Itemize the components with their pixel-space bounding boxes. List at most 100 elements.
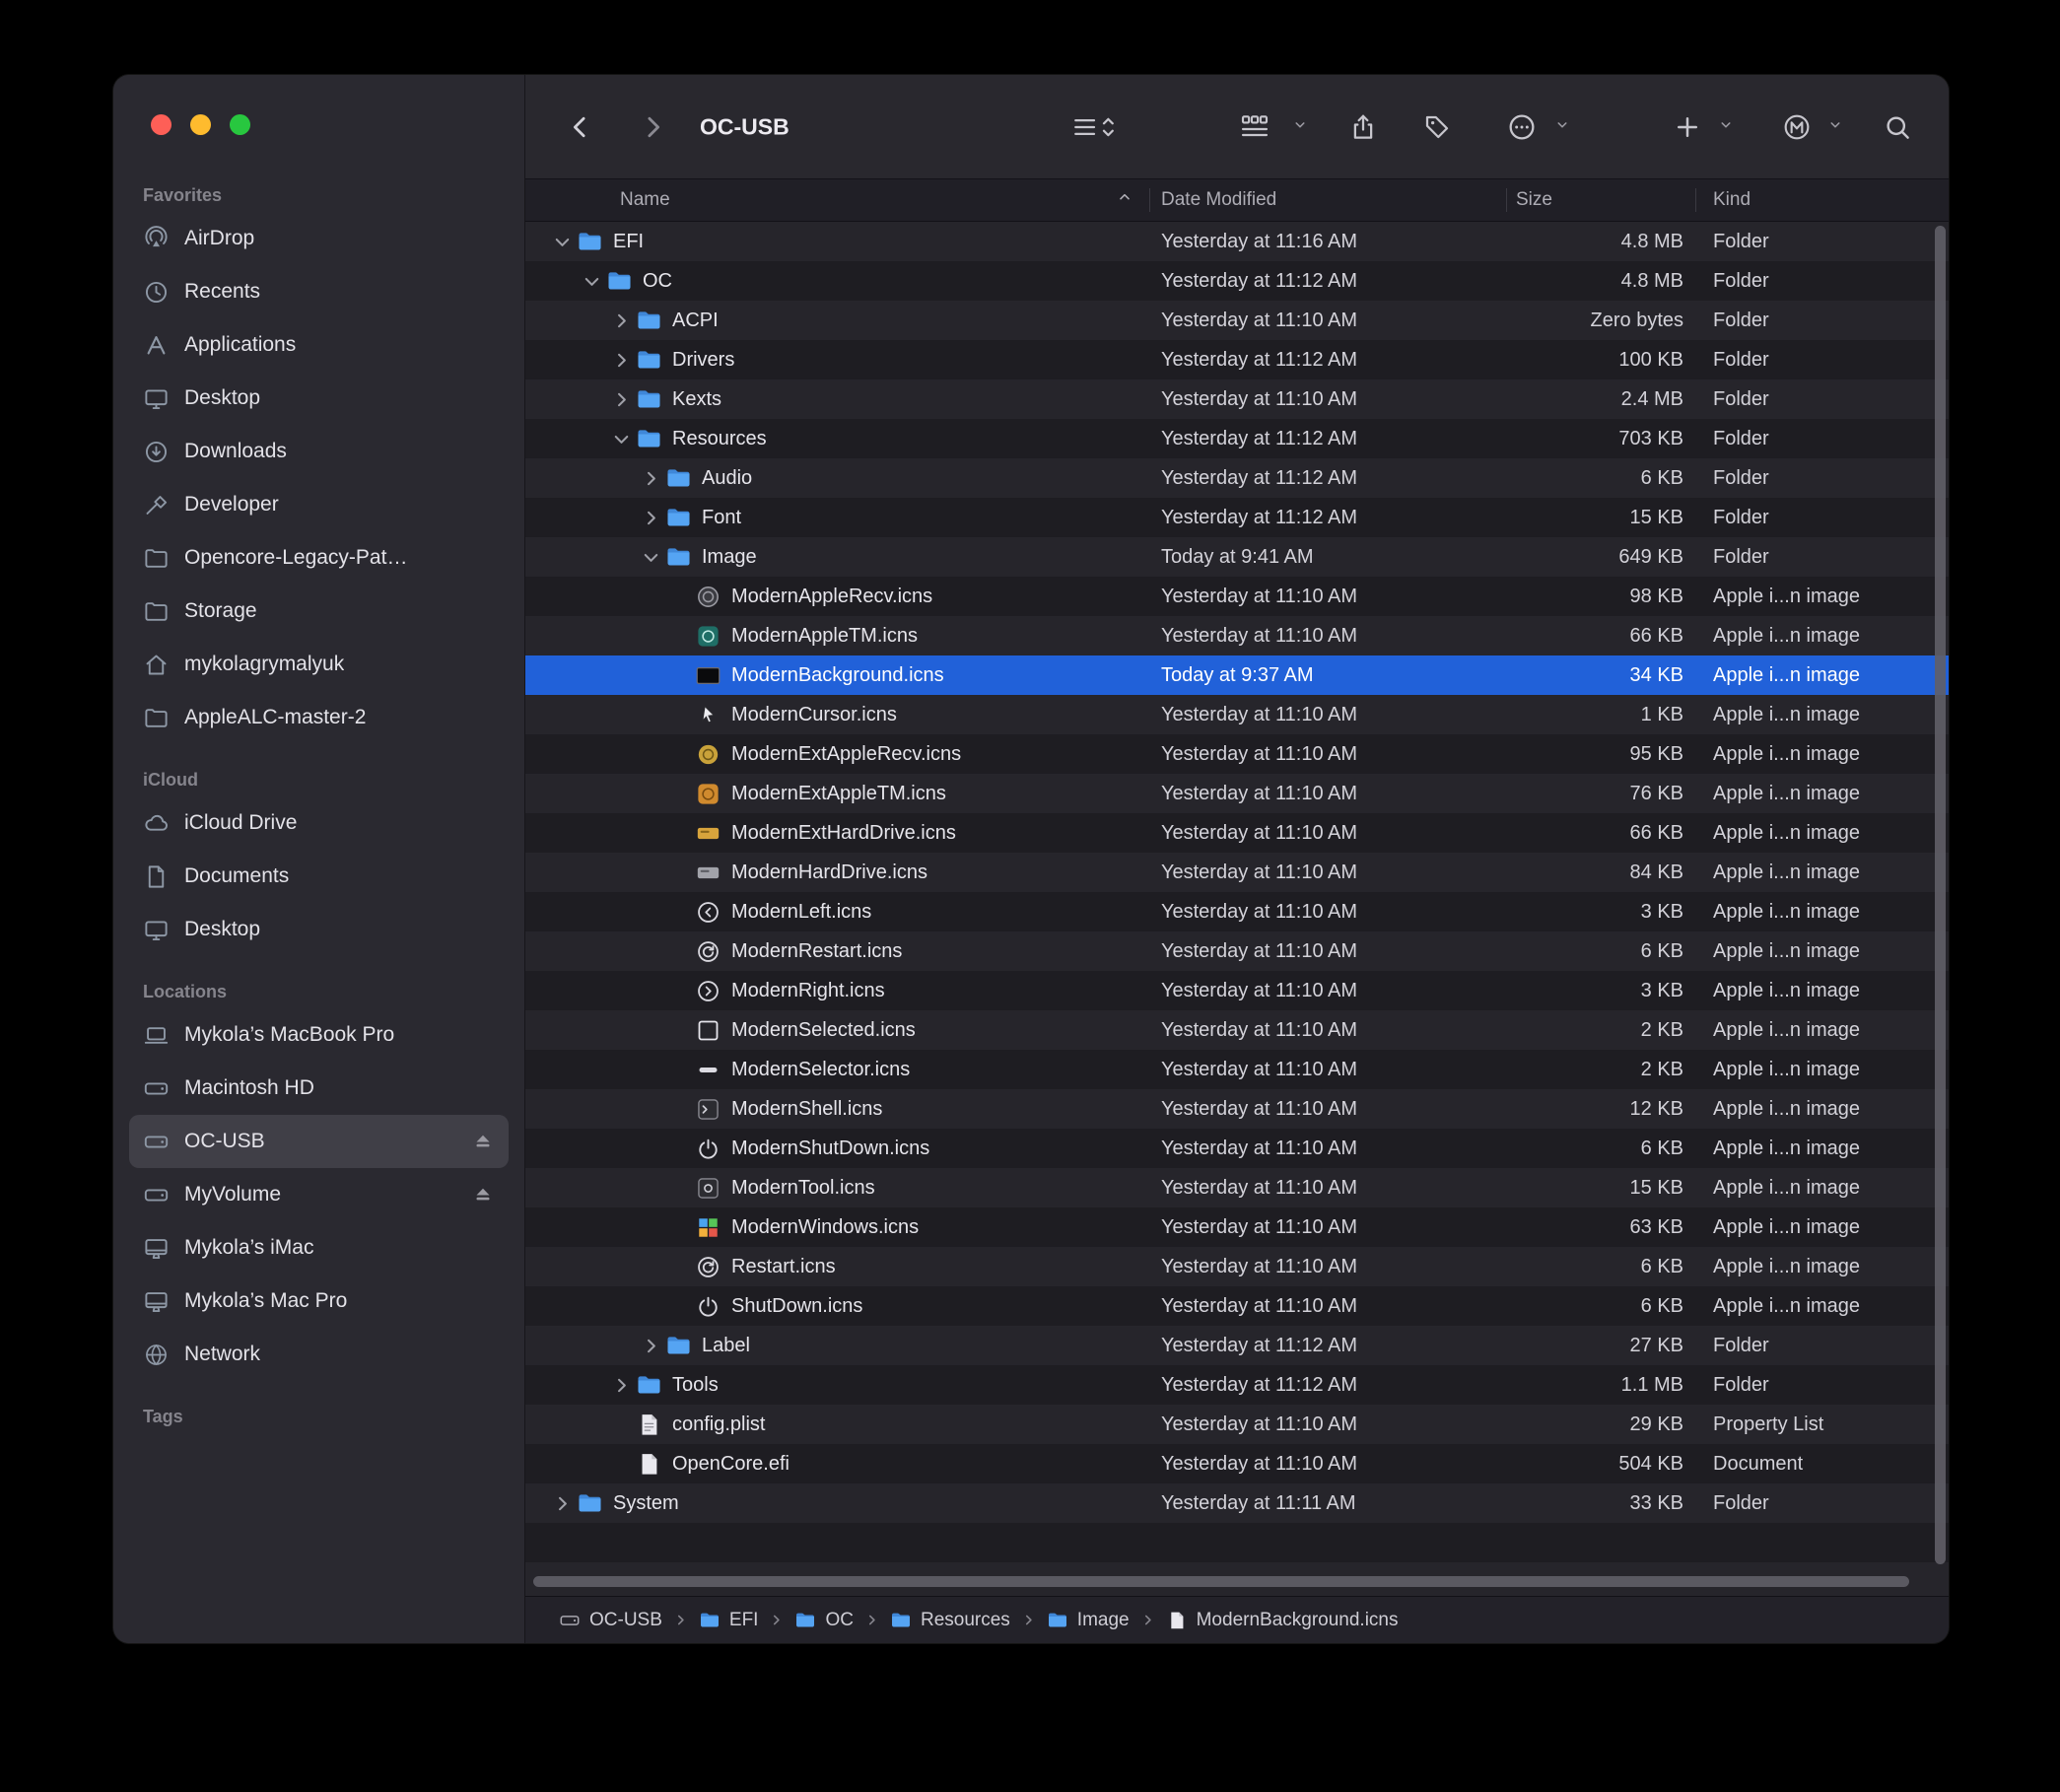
disclosure-closed-icon[interactable] <box>636 506 665 529</box>
file-row-kexts[interactable]: Kexts Yesterday at 11:10 AM 2.4 MB Folde… <box>525 379 1949 419</box>
sidebar-item-desktop[interactable]: Desktop <box>129 372 509 425</box>
view-options-icon[interactable] <box>1071 112 1117 142</box>
sidebar-item-icloud-drive[interactable]: iCloud Drive <box>129 796 509 850</box>
add-icon[interactable] <box>1673 112 1702 142</box>
column-header-kind[interactable]: Kind <box>1713 189 1751 211</box>
account-icon[interactable] <box>1781 111 1813 143</box>
sidebar-item-opencore-legacy-pat[interactable]: Opencore-Legacy-Pat… <box>129 531 509 585</box>
disclosure-open-icon[interactable] <box>636 545 665 569</box>
sidebar-item-storage[interactable]: Storage <box>129 585 509 638</box>
file-row-image[interactable]: Image Today at 9:41 AM 649 KB Folder <box>525 537 1949 577</box>
sidebar-item-applications[interactable]: Applications <box>129 318 509 372</box>
disclosure-closed-icon[interactable] <box>606 348 636 372</box>
column-header-date-modified[interactable]: Date Modified <box>1161 189 1276 211</box>
search-icon[interactable] <box>1883 112 1912 142</box>
sidebar-item-desktop[interactable]: Desktop <box>129 903 509 956</box>
disclosure-open-icon[interactable] <box>606 427 636 450</box>
file-row-modernextappletm-icns[interactable]: ModernExtAppleTM.icns Yesterday at 11:10… <box>525 774 1949 813</box>
file-row-modernshutdown-icns[interactable]: ModernShutDown.icns Yesterday at 11:10 A… <box>525 1129 1949 1168</box>
file-row-restart-icns[interactable]: Restart.icns Yesterday at 11:10 AM 6 KB … <box>525 1247 1949 1286</box>
sidebar-item-network[interactable]: Network <box>129 1328 509 1381</box>
sidebar-item-downloads[interactable]: Downloads <box>129 425 509 478</box>
group-chevron-down-icon[interactable] <box>1293 117 1308 137</box>
horizontal-scrollbar[interactable] <box>533 1576 1909 1587</box>
sidebar-section-title-favorites: Favorites <box>127 177 511 212</box>
disclosure-closed-icon[interactable] <box>606 1373 636 1397</box>
file-row-modernleft-icns[interactable]: ModernLeft.icns Yesterday at 11:10 AM 3 … <box>525 892 1949 931</box>
path-item-modernbackground-icns[interactable]: ModernBackground.icns <box>1166 1610 1399 1631</box>
disclosure-closed-icon[interactable] <box>636 1334 665 1357</box>
column-header-name[interactable]: Name <box>620 189 670 211</box>
eject-icon[interactable] <box>471 1130 495 1153</box>
disclosure-closed-icon[interactable] <box>636 466 665 490</box>
sidebar-item-recents[interactable]: Recents <box>129 265 509 318</box>
path-item-image[interactable]: Image <box>1047 1610 1130 1631</box>
forward-icon[interactable] <box>638 112 667 142</box>
disclosure-closed-icon[interactable] <box>606 387 636 411</box>
file-row-tools[interactable]: Tools Yesterday at 11:12 AM 1.1 MB Folde… <box>525 1365 1949 1405</box>
more-chevron-down-icon[interactable] <box>1555 117 1570 137</box>
file-row-modernapplerecv-icns[interactable]: ModernAppleRecv.icns Yesterday at 11:10 … <box>525 577 1949 616</box>
file-row-shutdown-icns[interactable]: ShutDown.icns Yesterday at 11:10 AM 6 KB… <box>525 1286 1949 1326</box>
account-chevron-down-icon[interactable] <box>1828 117 1843 137</box>
file-row-moderntool-icns[interactable]: ModernTool.icns Yesterday at 11:10 AM 15… <box>525 1168 1949 1207</box>
file-date-modified: Yesterday at 11:10 AM <box>1161 1098 1357 1121</box>
file-row-config-plist[interactable]: config.plist Yesterday at 11:10 AM 29 KB… <box>525 1405 1949 1444</box>
more-options-icon[interactable] <box>1506 111 1538 143</box>
file-row-system[interactable]: System Yesterday at 11:11 AM 33 KB Folde… <box>525 1483 1949 1523</box>
sidebar-item-airdrop[interactable]: AirDrop <box>129 212 509 265</box>
sidebar-item-macintosh-hd[interactable]: Macintosh HD <box>129 1062 509 1115</box>
sidebar-item-mykola-s-imac[interactable]: Mykola’s iMac <box>129 1221 509 1275</box>
file-row-oc[interactable]: OC Yesterday at 11:12 AM 4.8 MB Folder <box>525 261 1949 301</box>
minimize-button[interactable] <box>190 114 211 135</box>
file-row-label[interactable]: Label Yesterday at 11:12 AM 27 KB Folder <box>525 1326 1949 1365</box>
file-row-drivers[interactable]: Drivers Yesterday at 11:12 AM 100 KB Fol… <box>525 340 1949 379</box>
sidebar-item-mykola-s-mac-pro[interactable]: Mykola’s Mac Pro <box>129 1275 509 1328</box>
file-row-moderncursor-icns[interactable]: ModernCursor.icns Yesterday at 11:10 AM … <box>525 695 1949 734</box>
file-row-modernappletm-icns[interactable]: ModernAppleTM.icns Yesterday at 11:10 AM… <box>525 616 1949 655</box>
file-row-efi[interactable]: EFI Yesterday at 11:16 AM 4.8 MB Folder <box>525 222 1949 261</box>
eject-icon[interactable] <box>471 1183 495 1206</box>
sidebar-item-developer[interactable]: Developer <box>129 478 509 531</box>
file-row-modernselector-icns[interactable]: ModernSelector.icns Yesterday at 11:10 A… <box>525 1050 1949 1089</box>
file-row-modernharddrive-icns[interactable]: ModernHardDrive.icns Yesterday at 11:10 … <box>525 853 1949 892</box>
file-name: OC <box>643 270 672 293</box>
sidebar-item-myvolume[interactable]: MyVolume <box>129 1168 509 1221</box>
file-row-modernbackground-icns[interactable]: ModernBackground.icns Today at 9:37 AM 3… <box>525 655 1949 695</box>
disclosure-closed-icon[interactable] <box>547 1491 577 1515</box>
sidebar-folder-icon <box>143 705 170 731</box>
add-chevron-down-icon[interactable] <box>1719 117 1734 137</box>
zoom-button[interactable] <box>230 114 250 135</box>
back-icon[interactable] <box>566 112 595 142</box>
group-icon[interactable] <box>1239 111 1270 143</box>
file-row-resources[interactable]: Resources Yesterday at 11:12 AM 703 KB F… <box>525 419 1949 458</box>
disclosure-open-icon[interactable] <box>547 230 577 253</box>
file-row-modernright-icns[interactable]: ModernRight.icns Yesterday at 11:10 AM 3… <box>525 971 1949 1010</box>
disclosure-closed-icon[interactable] <box>606 309 636 332</box>
sidebar-item-mykola-s-macbook-pro[interactable]: Mykola’s MacBook Pro <box>129 1008 509 1062</box>
file-row-modernselected-icns[interactable]: ModernSelected.icns Yesterday at 11:10 A… <box>525 1010 1949 1050</box>
path-item-resources[interactable]: Resources <box>890 1610 1010 1631</box>
file-row-opencore-efi[interactable]: OpenCore.efi Yesterday at 11:10 AM 504 K… <box>525 1444 1949 1483</box>
tags-icon[interactable] <box>1422 112 1452 142</box>
file-row-modernshell-icns[interactable]: ModernShell.icns Yesterday at 11:10 AM 1… <box>525 1089 1949 1129</box>
file-row-modernextharddrive-icns[interactable]: ModernExtHardDrive.icns Yesterday at 11:… <box>525 813 1949 853</box>
file-row-modernrestart-icns[interactable]: ModernRestart.icns Yesterday at 11:10 AM… <box>525 931 1949 971</box>
file-row-font[interactable]: Font Yesterday at 11:12 AM 15 KB Folder <box>525 498 1949 537</box>
sidebar-item-oc-usb[interactable]: OC-USB <box>129 1115 509 1168</box>
file-row-modernextapplerecv-icns[interactable]: ModernExtAppleRecv.icns Yesterday at 11:… <box>525 734 1949 774</box>
file-row-acpi[interactable]: ACPI Yesterday at 11:10 AM Zero bytes Fo… <box>525 301 1949 340</box>
file-row-audio[interactable]: Audio Yesterday at 11:12 AM 6 KB Folder <box>525 458 1949 498</box>
disclosure-open-icon[interactable] <box>577 269 606 293</box>
vertical-scrollbar[interactable] <box>1935 226 1946 1564</box>
path-item-oc[interactable]: OC <box>794 1610 854 1631</box>
file-row-modernwindows-icns[interactable]: ModernWindows.icns Yesterday at 11:10 AM… <box>525 1207 1949 1247</box>
sidebar-item-documents[interactable]: Documents <box>129 850 509 903</box>
column-header-size[interactable]: Size <box>1516 189 1552 211</box>
path-item-efi[interactable]: EFI <box>699 1610 759 1631</box>
sidebar-item-mykolagrymalyuk[interactable]: mykolagrymalyuk <box>129 638 509 691</box>
close-button[interactable] <box>151 114 172 135</box>
path-item-oc-usb[interactable]: OC-USB <box>559 1610 662 1631</box>
share-icon[interactable] <box>1348 112 1378 142</box>
sidebar-item-applealc-master-2[interactable]: AppleALC-master-2 <box>129 691 509 744</box>
